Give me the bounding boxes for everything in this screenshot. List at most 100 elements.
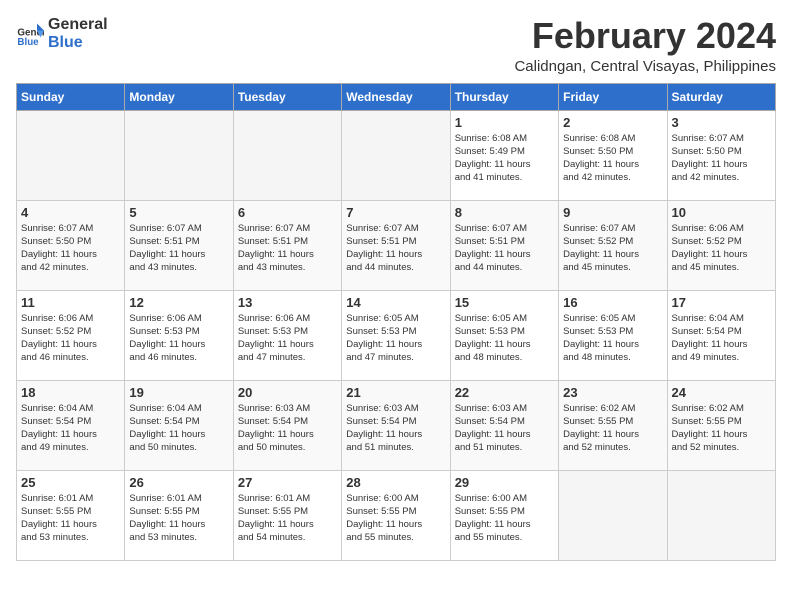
day-detail: Sunrise: 6:07 AM Sunset: 5:51 PM Dayligh… [346, 222, 445, 275]
calendar-cell [342, 110, 450, 200]
day-detail: Sunrise: 6:01 AM Sunset: 5:55 PM Dayligh… [238, 492, 337, 545]
day-detail: Sunrise: 6:02 AM Sunset: 5:55 PM Dayligh… [672, 402, 771, 455]
logo-text-blue: Blue [48, 34, 108, 52]
day-detail: Sunrise: 6:05 AM Sunset: 5:53 PM Dayligh… [563, 312, 662, 365]
day-detail: Sunrise: 6:08 AM Sunset: 5:50 PM Dayligh… [563, 132, 662, 185]
calendar-cell: 20 Sunrise: 6:03 AM Sunset: 5:54 PM Dayli… [233, 380, 341, 470]
day-detail: Sunrise: 6:03 AM Sunset: 5:54 PM Dayligh… [455, 402, 554, 455]
calendar-cell: 19 Sunrise: 6:04 AM Sunset: 5:54 PM Dayli… [125, 380, 233, 470]
day-detail: Sunrise: 6:07 AM Sunset: 5:51 PM Dayligh… [455, 222, 554, 275]
calendar-cell: 28 Sunrise: 6:00 AM Sunset: 5:55 PM Dayli… [342, 470, 450, 560]
day-number: 2 [563, 115, 662, 130]
calendar-cell: 14 Sunrise: 6:05 AM Sunset: 5:53 PM Dayli… [342, 290, 450, 380]
col-header-tuesday: Tuesday [233, 83, 341, 110]
week-row-1: 1 Sunrise: 6:08 AM Sunset: 5:49 PM Daylig… [17, 110, 776, 200]
calendar-cell: 27Sunrise: 6:01 AM Sunset: 5:55 PM Dayli… [233, 470, 341, 560]
day-number: 8 [455, 205, 554, 220]
calendar-cell: 12 Sunrise: 6:06 AM Sunset: 5:53 PM Dayli… [125, 290, 233, 380]
col-header-friday: Friday [559, 83, 667, 110]
calendar-cell: 24 Sunrise: 6:02 AM Sunset: 5:55 PM Dayli… [667, 380, 775, 470]
day-number: 3 [672, 115, 771, 130]
day-detail: Sunrise: 6:00 AM Sunset: 5:55 PM Dayligh… [346, 492, 445, 545]
calendar-cell: 6 Sunrise: 6:07 AM Sunset: 5:51 PM Daylig… [233, 200, 341, 290]
day-number: 25 [21, 475, 120, 490]
logo: General Blue General Blue [16, 16, 108, 51]
day-number: 12 [129, 295, 228, 310]
day-number: 26 [129, 475, 228, 490]
day-number: 29 [455, 475, 554, 490]
day-detail: Sunrise: 6:07 AM Sunset: 5:50 PM Dayligh… [21, 222, 120, 275]
calendar-cell: 1 Sunrise: 6:08 AM Sunset: 5:49 PM Daylig… [450, 110, 558, 200]
calendar-cell: 23 Sunrise: 6:02 AM Sunset: 5:55 PM Dayli… [559, 380, 667, 470]
calendar-cell: 4 Sunrise: 6:07 AM Sunset: 5:50 PM Daylig… [17, 200, 125, 290]
day-detail: Sunrise: 6:07 AM Sunset: 5:51 PM Dayligh… [238, 222, 337, 275]
week-row-5: 25 Sunrise: 6:01 AM Sunset: 5:55 PM Dayli… [17, 470, 776, 560]
day-number: 23 [563, 385, 662, 400]
day-number: 24 [672, 385, 771, 400]
calendar-cell: 26 Sunrise: 6:01 AM Sunset: 5:55 PM Dayli… [125, 470, 233, 560]
day-number: 19 [129, 385, 228, 400]
week-row-3: 11 Sunrise: 6:06 AM Sunset: 5:52 PM Dayli… [17, 290, 776, 380]
day-number: 1 [455, 115, 554, 130]
svg-text:Blue: Blue [17, 37, 39, 48]
col-header-monday: Monday [125, 83, 233, 110]
day-detail: Sunrise: 6:04 AM Sunset: 5:54 PM Dayligh… [129, 402, 228, 455]
day-detail: Sunrise: 6:06 AM Sunset: 5:53 PM Dayligh… [238, 312, 337, 365]
day-number: 5 [129, 205, 228, 220]
day-detail: Sunrise: 6:01 AM Sunset: 5:55 PM Dayligh… [129, 492, 228, 545]
week-row-4: 18 Sunrise: 6:04 AM Sunset: 5:54 PM Dayli… [17, 380, 776, 470]
col-header-saturday: Saturday [667, 83, 775, 110]
day-number: 9 [563, 205, 662, 220]
calendar-cell: 8 Sunrise: 6:07 AM Sunset: 5:51 PM Daylig… [450, 200, 558, 290]
calendar-cell: 29 Sunrise: 6:00 AM Sunset: 5:55 PM Dayli… [450, 470, 558, 560]
day-detail: Sunrise: 6:08 AM Sunset: 5:49 PM Dayligh… [455, 132, 554, 185]
header: General Blue General Blue February 2024 … [16, 16, 776, 75]
calendar-cell: 16 Sunrise: 6:05 AM Sunset: 5:53 PM Dayli… [559, 290, 667, 380]
day-detail: Sunrise: 6:06 AM Sunset: 5:53 PM Dayligh… [129, 312, 228, 365]
day-detail: Sunrise: 6:03 AM Sunset: 5:54 PM Dayligh… [238, 402, 337, 455]
col-header-wednesday: Wednesday [342, 83, 450, 110]
calendar-cell: 9 Sunrise: 6:07 AM Sunset: 5:52 PM Daylig… [559, 200, 667, 290]
calendar-cell: 7Sunrise: 6:07 AM Sunset: 5:51 PM Daylig… [342, 200, 450, 290]
calendar-cell [559, 470, 667, 560]
col-header-sunday: Sunday [17, 83, 125, 110]
day-number: 17 [672, 295, 771, 310]
day-detail: Sunrise: 6:07 AM Sunset: 5:50 PM Dayligh… [672, 132, 771, 185]
day-detail: Sunrise: 6:05 AM Sunset: 5:53 PM Dayligh… [455, 312, 554, 365]
calendar-cell [17, 110, 125, 200]
day-detail: Sunrise: 6:00 AM Sunset: 5:55 PM Dayligh… [455, 492, 554, 545]
day-number: 28 [346, 475, 445, 490]
calendar-cell [125, 110, 233, 200]
day-detail: Sunrise: 6:06 AM Sunset: 5:52 PM Dayligh… [21, 312, 120, 365]
day-number: 18 [21, 385, 120, 400]
calendar-cell: 10Sunrise: 6:06 AM Sunset: 5:52 PM Dayli… [667, 200, 775, 290]
week-row-2: 4 Sunrise: 6:07 AM Sunset: 5:50 PM Daylig… [17, 200, 776, 290]
calendar-cell [233, 110, 341, 200]
day-detail: Sunrise: 6:07 AM Sunset: 5:52 PM Dayligh… [563, 222, 662, 275]
day-number: 15 [455, 295, 554, 310]
logo-icon: General Blue [16, 20, 44, 48]
logo-text-general: General [48, 16, 108, 34]
calendar-cell: 13 Sunrise: 6:06 AM Sunset: 5:53 PM Dayli… [233, 290, 341, 380]
day-detail: Sunrise: 6:05 AM Sunset: 5:53 PM Dayligh… [346, 312, 445, 365]
day-number: 20 [238, 385, 337, 400]
calendar-cell: 17Sunrise: 6:04 AM Sunset: 5:54 PM Dayli… [667, 290, 775, 380]
col-header-thursday: Thursday [450, 83, 558, 110]
day-number: 13 [238, 295, 337, 310]
day-number: 11 [21, 295, 120, 310]
day-detail: Sunrise: 6:03 AM Sunset: 5:54 PM Dayligh… [346, 402, 445, 455]
calendar-header-row: SundayMondayTuesdayWednesdayThursdayFrid… [17, 83, 776, 110]
day-number: 14 [346, 295, 445, 310]
calendar-cell: 18Sunrise: 6:04 AM Sunset: 5:54 PM Dayli… [17, 380, 125, 470]
day-detail: Sunrise: 6:07 AM Sunset: 5:51 PM Dayligh… [129, 222, 228, 275]
location: Calidngan, Central Visayas, Philippines [514, 58, 776, 75]
calendar-cell: 22Sunrise: 6:03 AM Sunset: 5:54 PM Dayli… [450, 380, 558, 470]
calendar-cell: 5 Sunrise: 6:07 AM Sunset: 5:51 PM Daylig… [125, 200, 233, 290]
calendar-cell [667, 470, 775, 560]
calendar-cell: 21Sunrise: 6:03 AM Sunset: 5:54 PM Dayli… [342, 380, 450, 470]
calendar-table: SundayMondayTuesdayWednesdayThursdayFrid… [16, 83, 776, 561]
day-detail: Sunrise: 6:02 AM Sunset: 5:55 PM Dayligh… [563, 402, 662, 455]
day-number: 4 [21, 205, 120, 220]
day-number: 6 [238, 205, 337, 220]
day-number: 16 [563, 295, 662, 310]
